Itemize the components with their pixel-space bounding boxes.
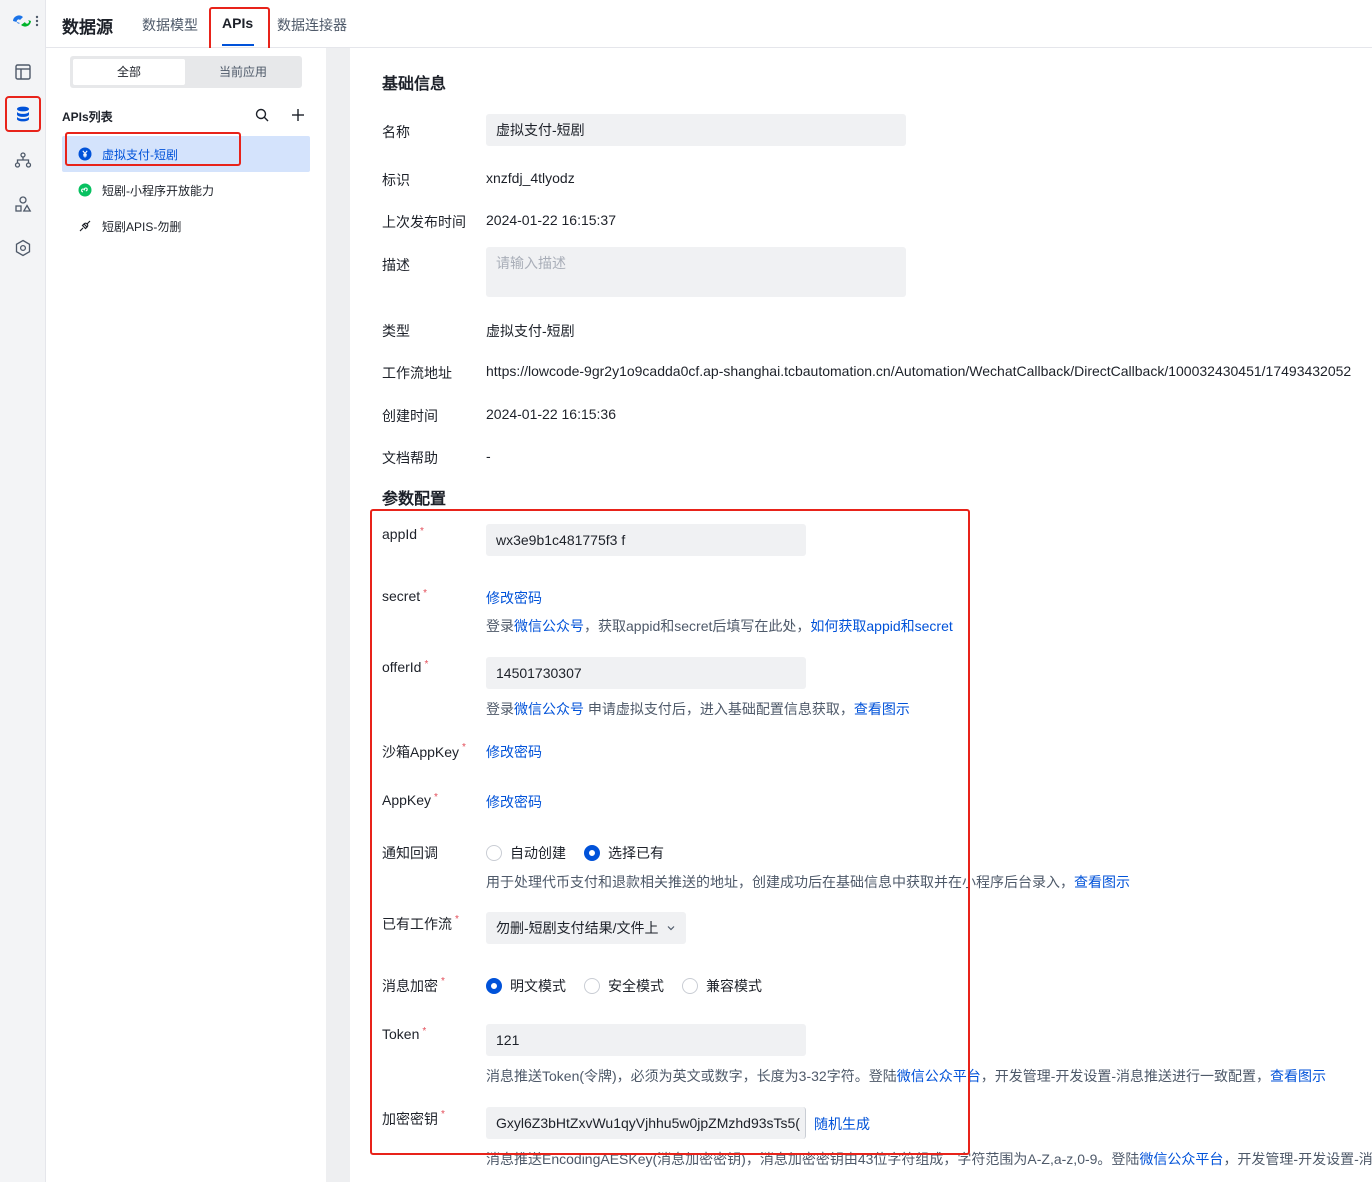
api-side-panel: 全部 当前应用 APIs列表 虚拟支付-短剧 短剧-小程序开放能力 短剧APIS… bbox=[46, 48, 326, 1182]
help-text: ，开发管理-开发设置-消 bbox=[1223, 1151, 1372, 1167]
description-textarea[interactable]: 请输入描述 bbox=[486, 247, 906, 297]
highlight-box-selected-api bbox=[65, 132, 241, 166]
shapes-icon[interactable] bbox=[8, 189, 38, 219]
help-text: ，开发管理-开发设置-消息推送进行一致配置， bbox=[980, 1068, 1271, 1084]
api-list-item-mini-program[interactable]: 短剧-小程序开放能力 bbox=[62, 172, 310, 208]
type-value: 虚拟支付-短剧 bbox=[486, 323, 575, 339]
name-label: 名称 bbox=[382, 124, 410, 140]
app-logo[interactable] bbox=[11, 11, 41, 31]
view-diagram-link[interactable]: 查看图示 bbox=[1270, 1068, 1326, 1084]
tab-data-connector[interactable]: 数据连接器 bbox=[277, 15, 347, 35]
plug-icon bbox=[78, 219, 92, 233]
doc-help-value: - bbox=[486, 448, 491, 464]
workflow-url-value: https://lowcode-9gr2y1o9cadda0cf.ap-shan… bbox=[486, 363, 1352, 379]
basic-info-title: 基础信息 bbox=[382, 76, 447, 93]
published-time-value: 2024-01-22 16:15:37 bbox=[486, 212, 616, 228]
search-icon[interactable] bbox=[253, 106, 271, 124]
segment-current-app[interactable]: 当前应用 bbox=[187, 59, 299, 85]
add-icon[interactable] bbox=[289, 106, 307, 124]
doc-help-label: 文档帮助 bbox=[382, 450, 438, 466]
mini-program-icon bbox=[78, 183, 92, 197]
left-rail bbox=[0, 0, 46, 1182]
layout-icon[interactable] bbox=[8, 57, 38, 87]
published-time-label: 上次发布时间 bbox=[382, 214, 466, 230]
view-diagram-link[interactable]: 查看图示 bbox=[1074, 874, 1130, 890]
settings-hex-icon[interactable] bbox=[8, 233, 38, 263]
api-detail-panel: 基础信息 名称 虚拟支付-短剧 标识 xnzfdj_4tlyodz 上次发布时间… bbox=[350, 48, 1372, 1182]
page-title: 数据源 bbox=[62, 18, 113, 37]
param-config-title: 参数配置 bbox=[382, 491, 447, 508]
panel-divider bbox=[326, 48, 350, 1182]
scope-segmented-control: 全部 当前应用 bbox=[70, 56, 302, 88]
description-label: 描述 bbox=[382, 257, 410, 273]
identifier-value: xnzfdj_4tlyodz bbox=[486, 170, 575, 186]
created-time-label: 创建时间 bbox=[382, 408, 438, 424]
segment-all[interactable]: 全部 bbox=[73, 59, 185, 85]
wechat-platform-link[interactable]: 微信公众平台 bbox=[1139, 1151, 1223, 1167]
created-time-value: 2024-01-22 16:15:36 bbox=[486, 406, 616, 422]
identifier-label: 标识 bbox=[382, 172, 410, 188]
database-icon[interactable] bbox=[5, 96, 41, 132]
api-list-item-short-drama-apis[interactable]: 短剧APIS-勿删 bbox=[62, 208, 310, 244]
api-list-item-label: 短剧APIS-勿删 bbox=[102, 219, 182, 234]
api-list-title: APIs列表 bbox=[62, 110, 113, 124]
top-header: 数据源 数据模型 APIs 数据连接器 bbox=[46, 0, 1372, 57]
api-list-item-label: 短剧-小程序开放能力 bbox=[102, 183, 214, 198]
flow-icon[interactable] bbox=[8, 145, 38, 175]
tab-data-model[interactable]: 数据模型 bbox=[142, 15, 198, 35]
type-label: 类型 bbox=[382, 323, 410, 339]
name-field[interactable]: 虚拟支付-短剧 bbox=[486, 114, 906, 146]
highlight-box-param-config bbox=[370, 509, 970, 1155]
workflow-url-label: 工作流地址 bbox=[382, 365, 452, 381]
